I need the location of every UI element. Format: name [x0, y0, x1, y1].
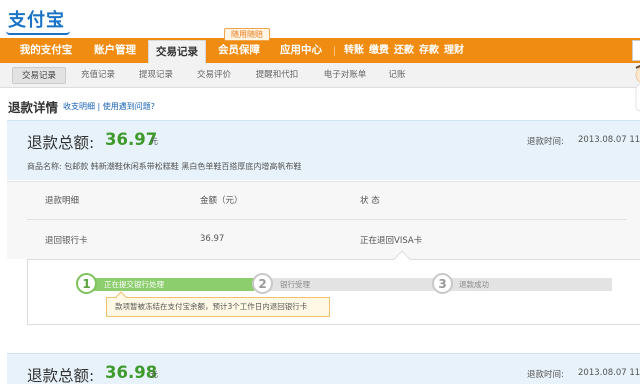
- product-name-label: 商品名称:: [27, 162, 62, 171]
- nav-my-alipay[interactable]: 我的支付宝: [10, 38, 82, 63]
- refund-progress: 1 正在提交银行处理 2 银行受理 3 退款成功 款项暂被冻结在支付宝余额，预计…: [27, 250, 640, 325]
- subnav-transaction-records[interactable]: 交易记录: [12, 67, 66, 84]
- refund-total-unit: 元: [150, 137, 158, 146]
- row-divider: [27, 219, 627, 220]
- note-text: 款项暂被冻结在支付宝余额，预计3个工作日内退回银行卡: [115, 302, 308, 311]
- cell-refund-method: 退回银行卡: [45, 236, 88, 246]
- link-income-expense[interactable]: 收支明细: [63, 102, 95, 111]
- subnav-transaction-review[interactable]: 交易评价: [192, 67, 236, 84]
- refund-time-value-2: 2013.08.07 11:5: [578, 368, 640, 378]
- subnav-recharge-records[interactable]: 充值记录: [76, 67, 120, 84]
- logo-bar: 支付宝: [0, 0, 640, 36]
- step-3-circle: 3: [432, 273, 453, 294]
- quick-link-payment[interactable]: 缴费: [369, 38, 389, 63]
- frozen-funds-note: 款项暂被冻结在支付宝余额，预计3个工作日内退回银行卡: [106, 291, 330, 317]
- step-2-circle: 2: [252, 273, 273, 294]
- subnav-reminders[interactable]: 提醒和代扣: [250, 67, 304, 84]
- link-help-problem[interactable]: 使用遇到问题?: [103, 102, 155, 111]
- nav-transaction-records[interactable]: 交易记录: [148, 40, 206, 63]
- quick-link-repay[interactable]: 还款: [394, 38, 414, 63]
- subnav-e-statement[interactable]: 电子对账单: [318, 67, 372, 84]
- refund-summary: 退款总额: 36.97 元 退款时间: 2013.08.07 11:5 商品名称…: [7, 120, 640, 180]
- subnav-bookkeeping[interactable]: 记账: [382, 67, 412, 84]
- header-amount: 金额（元）: [200, 196, 243, 206]
- page-title: 退款详情: [8, 100, 59, 115]
- refund-detail-table: 退款明细 金额（元） 状 态 退回银行卡 36.97 正在退回VISA卡: [7, 181, 640, 259]
- quick-link-finance[interactable]: 理财: [444, 38, 464, 63]
- refund-total-unit-2: 元: [150, 370, 158, 379]
- mascot-figure: [635, 65, 640, 112]
- cell-amount: 36.97: [200, 234, 225, 244]
- title-links: 收支明细 | 使用遇到问题?: [63, 101, 155, 112]
- nav-right-edge: [632, 40, 640, 61]
- main-nav: 我的支付宝 账户管理 交易记录 会员保障 应用中心 转账 缴费 还款 存款 理财: [0, 38, 640, 63]
- nav-account-management[interactable]: 账户管理: [84, 38, 146, 63]
- logo-swish: [6, 31, 70, 35]
- nav-divider: [334, 46, 335, 56]
- link-separator: |: [95, 102, 103, 111]
- header-refund-detail: 退款明细: [45, 196, 80, 206]
- sub-nav: 交易记录 充值记录 提现记录 交易评价 提醒和代扣 电子对账单 记账: [0, 63, 640, 88]
- quick-link-deposit[interactable]: 存款: [419, 38, 439, 63]
- member-protection-badge: 随用随赔: [224, 28, 270, 41]
- nav-member-protection[interactable]: 会员保障: [210, 38, 268, 63]
- subnav-withdraw-records[interactable]: 提现记录: [134, 67, 178, 84]
- refund-total-label-2: 退款总额:: [27, 367, 95, 384]
- alipay-logo[interactable]: 支付宝: [6, 6, 70, 35]
- product-name: 商品名称: 包邮款 韩新潮鞋休闲系带松糕鞋 黑白色单鞋百搭厚底内增高帆布鞋: [27, 161, 301, 172]
- refund-time-label: 退款时间:: [527, 137, 564, 147]
- step-2-label: 银行受理: [280, 280, 310, 289]
- refund-total-label: 退款总额:: [27, 134, 95, 152]
- refund-time-value: 2013.08.07 11:5: [578, 135, 640, 145]
- note-pointer: [115, 291, 127, 303]
- refund-summary-2: 退款总额: 36.98 元 退款时间: 2013.08.07 11:5: [7, 353, 640, 384]
- logo-text: 支付宝: [8, 10, 65, 31]
- cell-status: 正在退回VISA卡: [360, 236, 423, 246]
- step-1-label: 正在提交银行处理: [104, 280, 164, 289]
- quick-link-transfer[interactable]: 转账: [344, 38, 364, 63]
- header-status: 状 态: [360, 196, 380, 206]
- product-name-value: 包邮款 韩新潮鞋休闲系带松糕鞋 黑白色单鞋百搭厚底内增高帆布鞋: [64, 162, 302, 171]
- nav-app-center[interactable]: 应用中心: [272, 38, 330, 63]
- step-3-label: 退款成功: [459, 280, 489, 289]
- refund-time-label-2: 退款时间:: [527, 370, 564, 380]
- step-1-circle: 1: [76, 273, 97, 294]
